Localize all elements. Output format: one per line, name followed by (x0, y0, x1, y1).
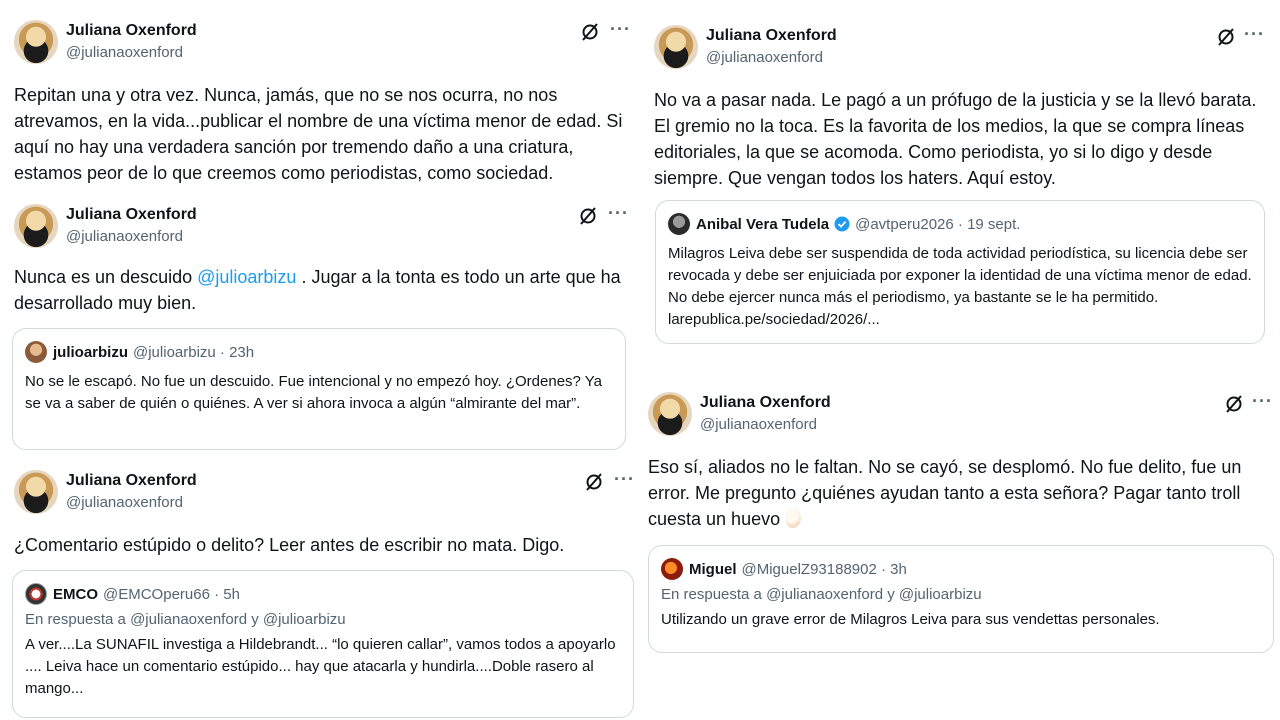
tweet-card[interactable]: Juliana Oxenford @julianaoxenford ··· Re… (14, 20, 634, 183)
quote-avatar (25, 341, 47, 363)
author-handle[interactable]: @julianaoxenford (66, 228, 183, 245)
grok-icon[interactable] (584, 472, 604, 492)
quoted-tweet[interactable]: Anibal Vera Tudela @avtperu2026 · 19 sep… (655, 200, 1265, 344)
quote-meta: @julioarbizu · 23h (133, 343, 255, 361)
avatar[interactable] (14, 204, 58, 248)
quoted-tweet[interactable]: Miguel @MiguelZ93188902 · 3h En respuest… (648, 545, 1274, 653)
tweet-text: Eso sí, aliados no le faltan. No se cayó… (648, 454, 1260, 532)
tweet-text: ¿Comentario estúpido o delito? Leer ante… (14, 535, 565, 555)
quote-author: EMCO (53, 585, 98, 603)
more-icon[interactable]: ··· (614, 470, 635, 488)
quote-header: Miguel @MiguelZ93188902 · 3h (661, 558, 1261, 580)
avatar[interactable] (14, 470, 58, 514)
quoted-tweet[interactable]: julioarbizu @julioarbizu · 23h No se le … (12, 328, 626, 450)
quote-meta: @EMCOperu66 · 5h (103, 585, 240, 603)
mention-link[interactable]: @julioarbizu (197, 267, 296, 287)
author-handle[interactable]: @julianaoxenford (66, 494, 183, 511)
quote-author: Miguel (689, 560, 737, 578)
quote-avatar (661, 558, 683, 580)
avatar[interactable] (654, 25, 698, 69)
tweet-header: Juliana Oxenford @julianaoxenford ··· (14, 204, 634, 250)
more-icon[interactable]: ··· (610, 20, 631, 38)
quote-text: No se le escapó. No fue un descuido. Fue… (25, 373, 603, 412)
quote-header: EMCO @EMCOperu66 · 5h (25, 583, 621, 605)
author-name[interactable]: Juliana Oxenford (700, 394, 831, 412)
quote-author: Anibal Vera Tudela (696, 215, 830, 233)
grok-icon[interactable] (1216, 27, 1236, 47)
tweet-card[interactable]: Juliana Oxenford @julianaoxenford ··· No… (654, 25, 1264, 188)
avatar[interactable] (648, 392, 692, 436)
author-handle[interactable]: @julianaoxenford (700, 416, 817, 433)
quote-meta: @avtperu2026 · 19 sept. (855, 215, 1021, 233)
reply-context: En respuesta a @julianaoxenford y @julio… (25, 611, 346, 628)
grok-icon[interactable] (1224, 394, 1244, 414)
quote-text: Utilizando un grave error de Milagros Le… (661, 611, 1160, 628)
quote-text: Milagros Leiva debe ser suspendida de to… (668, 245, 1252, 328)
quoted-tweet[interactable]: EMCO @EMCOperu66 · 5h En respuesta a @ju… (12, 570, 634, 718)
tweet-card[interactable]: Juliana Oxenford @julianaoxenford ··· Nu… (14, 204, 634, 313)
author-name[interactable]: Juliana Oxenford (66, 22, 197, 40)
tweet-card[interactable]: Juliana Oxenford @julianaoxenford ··· Es… (648, 392, 1272, 529)
author-handle[interactable]: @julianaoxenford (706, 49, 823, 66)
quote-avatar (25, 583, 47, 605)
quote-author: julioarbizu (53, 343, 128, 361)
avatar[interactable] (14, 20, 58, 64)
more-icon[interactable]: ··· (608, 204, 629, 222)
author-handle[interactable]: @julianaoxenford (66, 44, 183, 61)
reply-context: En respuesta a @julianaoxenford y @julio… (661, 586, 982, 603)
quote-text: A ver....La SUNAFIL investiga a Hildebra… (25, 636, 616, 697)
egg-emoji-icon (785, 508, 802, 528)
grok-icon[interactable] (580, 22, 600, 42)
more-icon[interactable]: ··· (1244, 25, 1265, 43)
tweet-text-part: Eso sí, aliados no le faltan. No se cayó… (648, 457, 1242, 529)
tweet-card[interactable]: Juliana Oxenford @julianaoxenford ··· ¿C… (14, 470, 634, 555)
quote-header: Anibal Vera Tudela @avtperu2026 · 19 sep… (668, 213, 1252, 235)
tweet-header: Juliana Oxenford @julianaoxenford ··· (654, 25, 1264, 71)
author-name[interactable]: Juliana Oxenford (66, 206, 197, 224)
verified-badge-icon (834, 216, 850, 232)
quote-avatar (668, 213, 690, 235)
tweet-text: No va a pasar nada. Le pagó a un prófugo… (654, 90, 1257, 188)
grok-icon[interactable] (578, 206, 598, 226)
tweet-text: Repitan una y otra vez. Nunca, jamás, qu… (14, 85, 623, 183)
quote-meta: @MiguelZ93188902 · 3h (741, 560, 907, 578)
tweet-header: Juliana Oxenford @julianaoxenford ··· (14, 20, 634, 66)
tweet-text-part: Nunca es un descuido (14, 267, 198, 287)
tweet-header: Juliana Oxenford @julianaoxenford ··· (14, 470, 634, 516)
quote-header: julioarbizu @julioarbizu · 23h (25, 341, 613, 363)
tweet-header: Juliana Oxenford @julianaoxenford ··· (648, 392, 1272, 438)
author-name[interactable]: Juliana Oxenford (706, 27, 837, 45)
more-icon[interactable]: ··· (1252, 392, 1273, 410)
author-name[interactable]: Juliana Oxenford (66, 472, 197, 490)
tweet-text: Nunca es un descuido @julioarbizu . Juga… (14, 264, 624, 316)
